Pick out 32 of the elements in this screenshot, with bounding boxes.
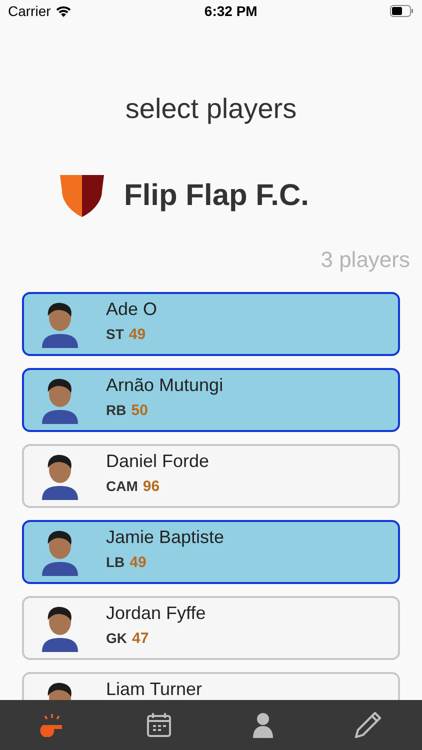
player-count: 3 players — [320, 246, 411, 274]
player-position: LB — [106, 553, 125, 572]
player-name: Daniel Forde — [106, 450, 210, 472]
player-card[interactable]: Jamie Baptiste LB 49 — [22, 520, 400, 584]
page-title: select players — [124, 92, 298, 126]
player-card[interactable]: Arnão Mutungi RB 50 — [22, 368, 400, 432]
player-position: ST — [106, 325, 124, 344]
player-rating: 96 — [142, 477, 160, 497]
player-position: RB — [106, 401, 126, 420]
calendar-icon[interactable] — [146, 712, 172, 738]
player-name: Liam Turner — [106, 678, 202, 700]
player-name: Arnão Mutungi — [106, 374, 224, 396]
carrier-name: Carrier — [8, 2, 51, 20]
person-icon[interactable] — [252, 712, 274, 738]
player-card[interactable]: Daniel Forde CAM 96 — [22, 444, 400, 508]
player-rating: 50 — [131, 401, 148, 421]
player-name: Ade O — [106, 298, 158, 320]
player-card[interactable]: Ade O ST 49 — [22, 292, 400, 356]
battery-icon — [390, 5, 414, 17]
status-time: 6:32 PM — [204, 2, 258, 20]
player-position: CAM — [106, 477, 138, 496]
player-rating: 49 — [128, 325, 146, 345]
player-card[interactable]: Liam Turner — [22, 672, 400, 700]
team-name: Flip Flap F.C. — [124, 178, 309, 214]
pencil-icon[interactable] — [354, 711, 382, 739]
player-name: Jamie Baptiste — [106, 526, 224, 548]
player-rating: 49 — [130, 553, 146, 573]
wifi-icon — [54, 5, 72, 17]
player-position: GK — [106, 629, 127, 648]
player-card[interactable]: Jordan Fyffe GK 47 — [22, 596, 400, 660]
player-name: Jordan Fyffe — [106, 602, 206, 624]
player-rating: 47 — [132, 629, 149, 649]
